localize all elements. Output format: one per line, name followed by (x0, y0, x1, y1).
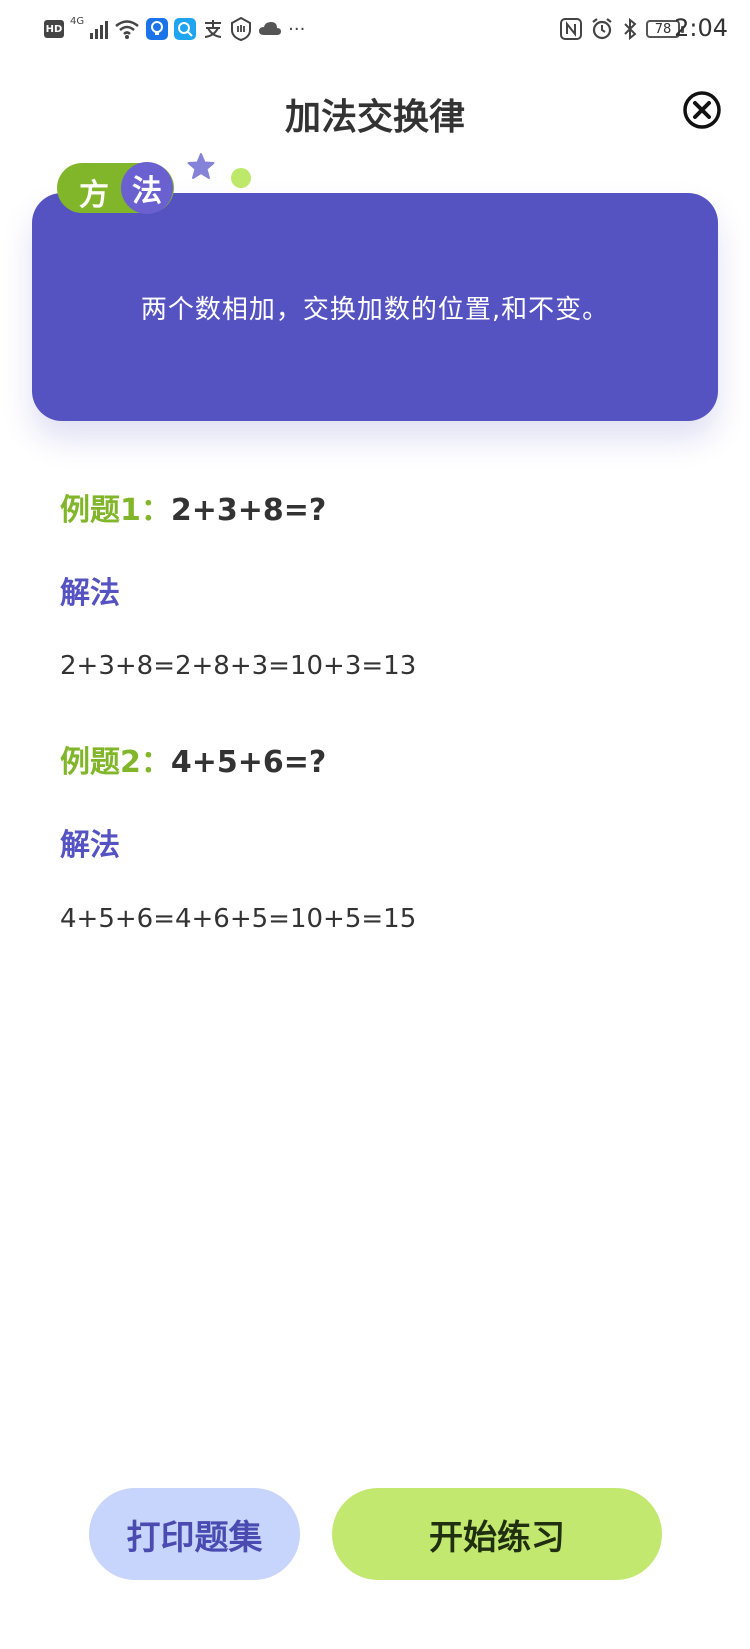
battery-level: 78 (654, 21, 672, 37)
print-set-button[interactable]: 打印题集 (89, 1488, 300, 1580)
method-tag-char2: 法 (132, 174, 162, 209)
method-card: 两个数相加，交换加数的位置,和不变。 (32, 193, 718, 421)
example-2-solution-label: 解法 (60, 828, 120, 863)
close-icon[interactable] (682, 90, 722, 130)
method-tag: 方 法 (57, 162, 174, 214)
network-type: 4G (70, 16, 85, 27)
example-1-solution: 2+3+8=2+8+3=10+3=13 (60, 651, 417, 681)
alarm-icon (592, 18, 612, 40)
wifi-icon (115, 20, 139, 39)
more-icon: ··· (288, 18, 306, 40)
example-2-label: 例题2： (60, 745, 171, 780)
example-1-heading: 例题1：2+3+8=? (60, 485, 326, 529)
lightbulb-app-icon (146, 18, 169, 40)
example-1-problem: 2+3+8=? (170, 493, 327, 528)
hd-icon: HD (44, 20, 64, 38)
page-title: 加法交换律 (284, 97, 465, 138)
hd-label: HD (45, 23, 63, 35)
example-2-heading: 例题2：4+5+6=? (60, 737, 326, 781)
example-2-solution: 4+5+6=4+6+5=10+5=15 (60, 904, 417, 934)
decorative-dot (231, 168, 251, 188)
method-tag-circle: 法 (121, 162, 173, 214)
method-text: 两个数相加，交换加数的位置,和不变。 (140, 294, 610, 325)
example-1-solution-label: 解法 (60, 576, 120, 611)
nfc-icon (560, 18, 582, 40)
search-app-icon (174, 18, 197, 40)
hand-shield-icon (231, 17, 252, 41)
status-left: HD 4G ··· (44, 16, 305, 42)
alipay-icon (204, 20, 222, 38)
bluetooth-icon (624, 17, 637, 41)
example-2-problem: 4+5+6=? (170, 745, 327, 780)
status-bar: HD 4G ··· 78 2:04 (0, 0, 750, 60)
signal-icon (90, 19, 109, 39)
example-1-label: 例题1： (60, 493, 171, 528)
start-practice-button[interactable]: 开始练习 (332, 1488, 662, 1580)
method-tag-char1: 方 (79, 178, 109, 213)
star-icon (187, 153, 215, 179)
status-time: 2:04 (674, 14, 728, 42)
status-right: 78 (560, 16, 684, 42)
cloud-icon (259, 22, 282, 35)
